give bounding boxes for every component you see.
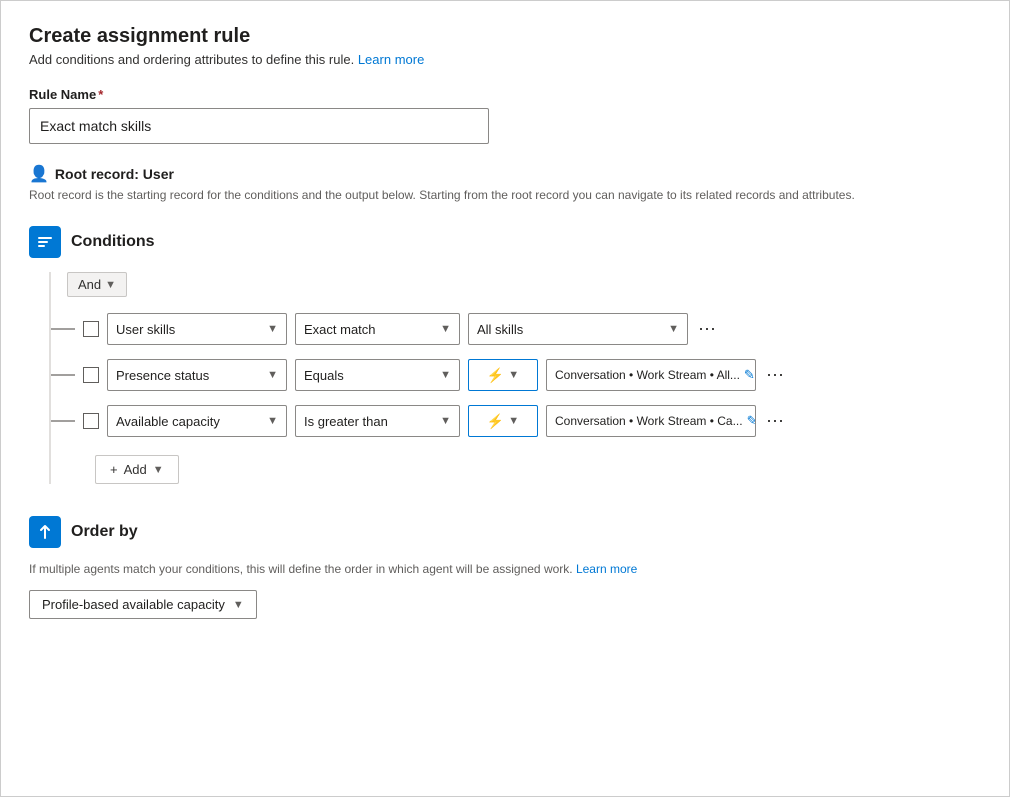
field-select-2[interactable]: Presence status ▼ (107, 359, 287, 391)
value-text-1: All skills (477, 322, 523, 337)
field-select-3[interactable]: Available capacity ▼ (107, 405, 287, 437)
chevron-down-icon: ▼ (267, 369, 278, 381)
root-record-description: Root record is the starting record for t… (29, 188, 949, 202)
chevron-down-icon: ▼ (508, 369, 519, 381)
add-label: Add (124, 462, 147, 477)
condition-checkbox-3[interactable] (83, 413, 99, 429)
required-indicator: * (98, 87, 103, 102)
order-by-value: Profile-based available capacity (42, 597, 225, 612)
page-subtitle: Add conditions and ordering attributes t… (29, 52, 981, 67)
conditions-title: Conditions (71, 233, 155, 251)
learn-more-link[interactable]: Learn more (358, 52, 424, 67)
conditions-section-header: Conditions (29, 226, 981, 258)
order-by-description: If multiple agents match your conditions… (29, 562, 981, 576)
field-select-1[interactable]: User skills ▼ (107, 313, 287, 345)
field-value-2: Presence status (116, 368, 209, 383)
user-icon: 👤 (29, 164, 49, 184)
dynamic-value-2: Conversation • Work Stream • All... (555, 368, 740, 382)
value-dynamic-select-2[interactable]: Conversation • Work Stream • All... ✎ (546, 359, 756, 391)
lightning-select-3[interactable]: ⚡ ▼ (468, 405, 538, 437)
edit-icon[interactable]: ✎ (747, 413, 756, 429)
root-record-title: 👤 Root record: User (29, 164, 981, 184)
operator-value-1: Exact match (304, 322, 376, 337)
order-by-learn-more-link[interactable]: Learn more (576, 562, 637, 576)
root-record-label: Root record: User (55, 166, 174, 182)
more-options-3[interactable]: ⋯ (764, 411, 786, 432)
conditions-icon-box (29, 226, 61, 258)
and-label: And (78, 277, 101, 292)
order-by-icon-box (29, 516, 61, 548)
operator-select-1[interactable]: Exact match ▼ (295, 313, 460, 345)
chevron-down-icon: ▼ (267, 415, 278, 427)
order-by-select[interactable]: Profile-based available capacity ▼ (29, 590, 257, 619)
rule-name-input[interactable] (29, 108, 489, 144)
chevron-down-icon: ▼ (440, 369, 451, 381)
chevron-down-icon: ▼ (105, 279, 116, 291)
lightning-select-2[interactable]: ⚡ ▼ (468, 359, 538, 391)
chevron-down-icon: ▼ (440, 415, 451, 427)
condition-row: Available capacity ▼ Is greater than ▼ ⚡… (51, 405, 981, 437)
order-by-header: Order by (29, 516, 981, 548)
lightning-icon: ⚡ (487, 413, 504, 430)
edit-icon[interactable]: ✎ (744, 367, 755, 383)
order-by-desc-text: If multiple agents match your conditions… (29, 562, 573, 576)
order-by-title: Order by (71, 523, 138, 541)
condition-row: User skills ▼ Exact match ▼ All skills ▼… (51, 313, 981, 345)
subtitle-text: Add conditions and ordering attributes t… (29, 52, 354, 67)
and-dropdown[interactable]: And ▼ (67, 272, 127, 297)
value-dynamic-select-3[interactable]: Conversation • Work Stream • Ca... ✎ (546, 405, 756, 437)
page-title: Create assignment rule (29, 25, 981, 48)
more-options-2[interactable]: ⋯ (764, 365, 786, 386)
rule-name-label: Rule Name* (29, 87, 981, 102)
chevron-down-icon: ▼ (440, 323, 451, 335)
order-by-icon (36, 523, 54, 541)
condition-checkbox-1[interactable] (83, 321, 99, 337)
chevron-down-icon: ▼ (668, 323, 679, 335)
conditions-icon (36, 233, 54, 251)
field-value-1: User skills (116, 322, 175, 337)
condition-checkbox-2[interactable] (83, 367, 99, 383)
operator-select-2[interactable]: Equals ▼ (295, 359, 460, 391)
field-value-3: Available capacity (116, 414, 220, 429)
operator-value-2: Equals (304, 368, 344, 383)
condition-row: Presence status ▼ Equals ▼ ⚡ ▼ Conversat… (51, 359, 981, 391)
operator-value-3: Is greater than (304, 414, 388, 429)
chevron-down-icon: ▼ (233, 599, 244, 611)
chevron-down-icon: ▼ (267, 323, 278, 335)
value-select-1[interactable]: All skills ▼ (468, 313, 688, 345)
lightning-icon: ⚡ (487, 367, 504, 384)
order-by-section: Order by If multiple agents match your c… (29, 516, 981, 619)
conditions-body: And ▼ User skills ▼ Exact match ▼ All sk… (49, 272, 981, 484)
more-options-1[interactable]: ⋯ (696, 319, 718, 340)
operator-select-3[interactable]: Is greater than ▼ (295, 405, 460, 437)
chevron-down-icon: ▼ (153, 464, 164, 476)
chevron-down-icon: ▼ (508, 415, 519, 427)
add-condition-button[interactable]: + Add ▼ (95, 455, 179, 484)
plus-icon: + (110, 462, 118, 477)
dynamic-value-3: Conversation • Work Stream • Ca... (555, 414, 743, 428)
